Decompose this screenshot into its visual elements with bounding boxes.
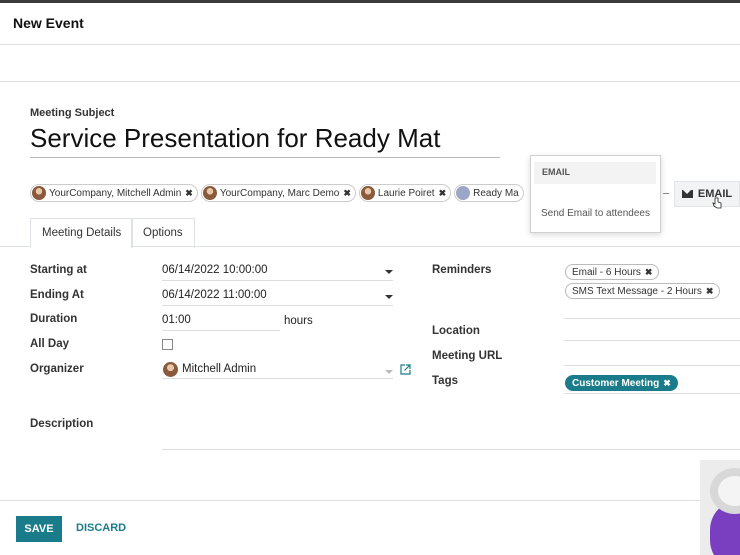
chevron-down-icon[interactable] (385, 370, 393, 374)
tab-options[interactable]: Options (131, 218, 195, 248)
remove-icon[interactable]: ✖ (185, 188, 193, 199)
chevron-down-icon[interactable] (385, 295, 393, 299)
tags-label: Tags (432, 375, 458, 387)
starting-at-value: 06/14/2022 10:00:00 (162, 264, 268, 276)
dialog-header: New Event (0, 3, 740, 45)
dialog-title: New Event (13, 15, 84, 31)
attendee-name: Laurie Poiret (377, 187, 435, 199)
attendee-name: Ready Ma (473, 187, 519, 199)
external-link-icon[interactable] (400, 364, 411, 375)
discard-button[interactable]: DISCARD (76, 522, 126, 534)
duration-unit: hours (284, 315, 313, 327)
attendee-chip[interactable]: YourCompany, Mitchell Admin ✖ (30, 184, 198, 202)
envelope-icon (681, 190, 693, 198)
avatar (360, 186, 375, 200)
avatar (202, 186, 217, 200)
tab-meeting-details[interactable]: Meeting Details (30, 218, 134, 248)
attendee-chip[interactable]: YourCompany, Marc Demo ✖ (200, 184, 356, 202)
avatar (456, 186, 471, 200)
dialog-header-band (0, 45, 740, 82)
meeting-subject-input[interactable]: Service Presentation for Ready Mat (30, 122, 500, 158)
form-tabs: Meeting Details Options (0, 218, 740, 248)
decorative-shape (710, 468, 740, 514)
reminder-tag-label: SMS Text Message - 2 Hours (572, 285, 702, 297)
save-button[interactable]: SAVE (16, 516, 62, 542)
reminder-tag[interactable]: SMS Text Message - 2 Hours ✖ (565, 283, 721, 299)
attendee-chip[interactable]: Laurie Poiret ✖ (358, 184, 452, 202)
reminders-label: Reminders (432, 264, 492, 276)
remove-icon[interactable]: ✖ (439, 188, 447, 199)
starting-at-label: Starting at (30, 264, 87, 276)
email-dropdown-header: EMAIL (534, 162, 656, 184)
chevron-down-icon[interactable] (385, 270, 393, 274)
location-field[interactable] (564, 323, 740, 341)
description-label: Description (30, 418, 94, 430)
attendee-name: YourCompany, Marc Demo (219, 187, 340, 199)
avatar (32, 186, 46, 200)
dropdown-pointer (663, 193, 669, 194)
attendees-field[interactable]: YourCompany, Mitchell Admin ✖ YourCompan… (30, 184, 524, 204)
ending-at-value: 06/14/2022 11:00:00 (162, 289, 267, 301)
meeting-url-label: Meeting URL (432, 350, 503, 362)
all-day-label: All Day (30, 338, 69, 350)
description-field[interactable] (162, 432, 740, 450)
meeting-subject-label: Meeting Subject (30, 107, 115, 119)
tag-label: Customer Meeting (572, 377, 660, 389)
attendee-name: YourCompany, Mitchell Admin (49, 187, 182, 199)
remove-icon[interactable]: ✖ (343, 188, 351, 199)
all-day-checkbox[interactable] (162, 339, 173, 350)
organizer-label: Organizer (30, 363, 84, 375)
remove-icon[interactable]: ✖ (663, 378, 671, 389)
attendee-chip[interactable]: Ready Ma (454, 184, 524, 202)
reminder-tag-label: Email - 6 Hours (572, 266, 641, 278)
background-image-corner (700, 460, 740, 555)
remove-icon[interactable]: ✖ (706, 286, 714, 297)
location-label: Location (432, 325, 480, 337)
hand-cursor-icon (712, 197, 722, 209)
tag-badge[interactable]: Customer Meeting ✖ (565, 375, 678, 391)
avatar (163, 362, 178, 377)
meeting-url-field[interactable] (564, 348, 740, 366)
ending-at-label: Ending At (30, 289, 84, 301)
organizer-value: Mitchell Admin (182, 363, 257, 375)
duration-label: Duration (30, 313, 78, 325)
duration-value: 01:00 (162, 314, 191, 326)
remove-icon[interactable]: ✖ (645, 267, 653, 278)
reminders-field[interactable] (564, 301, 740, 319)
email-button[interactable]: EMAIL (674, 181, 740, 207)
reminder-tag[interactable]: Email - 6 Hours ✖ (565, 264, 660, 280)
